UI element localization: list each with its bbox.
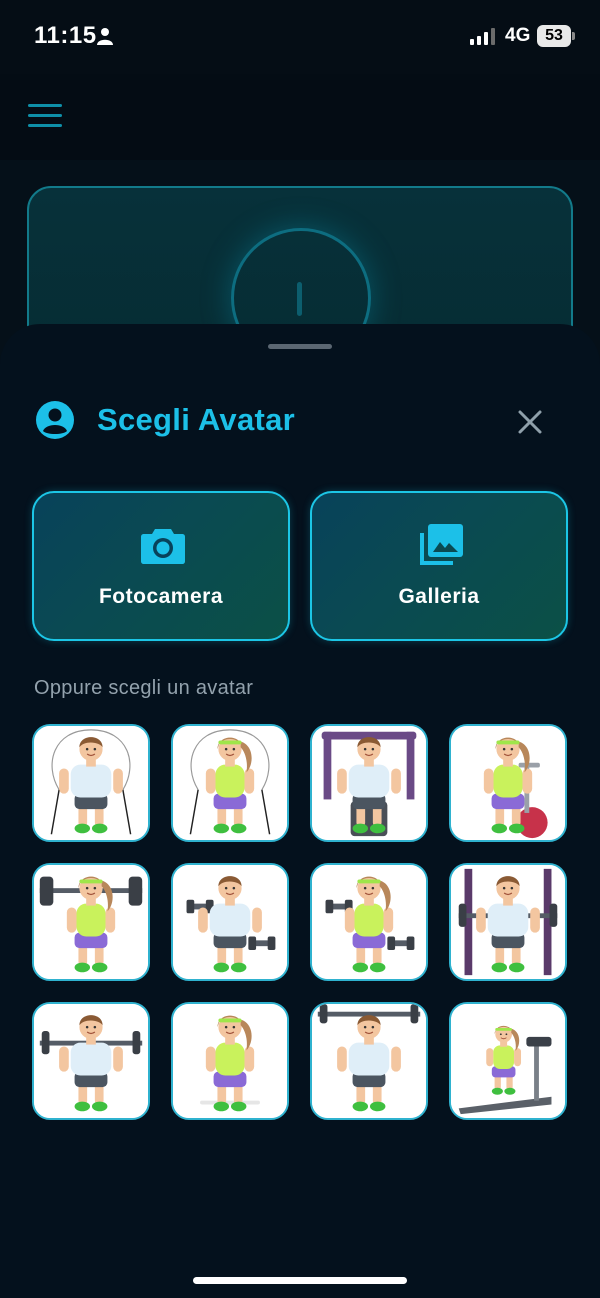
gallery-button[interactable]: Galleria <box>310 491 568 641</box>
avatar-subtitle: Oppure scegli un avatar <box>34 677 254 699</box>
status-time: 11:15 <box>34 22 97 49</box>
power-tick <box>297 282 302 316</box>
avatar-shoulder-press-machine-man[interactable] <box>310 724 428 842</box>
gallery-button-label: Galleria <box>398 585 480 608</box>
menu-icon[interactable] <box>28 104 62 128</box>
avatar-illustration <box>34 1004 148 1118</box>
person-icon <box>97 28 113 45</box>
battery-tip <box>572 32 575 40</box>
avatar-lunge-woman[interactable] <box>171 1002 289 1120</box>
avatar-dumbbell-man[interactable] <box>171 863 289 981</box>
avatar-illustration <box>173 1004 287 1118</box>
signal-icon <box>470 28 495 45</box>
close-icon[interactable] <box>510 402 550 442</box>
sheet-drag-handle[interactable] <box>268 344 332 349</box>
camera-icon <box>141 529 185 564</box>
avatar-bottom-sheet: Scegli Avatar Fotocamera Galleria Oppure… <box>0 324 600 1298</box>
avatar-illustration <box>173 726 287 840</box>
avatar-illustration <box>312 865 426 979</box>
avatar-treadmill-woman[interactable] <box>449 1002 567 1120</box>
app-header <box>0 74 600 160</box>
avatar-illustration <box>312 1004 426 1118</box>
avatar-illustration <box>34 865 148 979</box>
camera-button-label: Fotocamera <box>98 585 224 608</box>
battery-level: 53 <box>537 25 571 47</box>
network-label: 4G <box>505 25 531 46</box>
avatar-barbell-squat-woman[interactable] <box>32 863 150 981</box>
avatar-squat-rack-man[interactable] <box>449 863 567 981</box>
sheet-title: Scegli Avatar <box>97 402 296 437</box>
avatar-exercise-bike-woman[interactable] <box>449 724 567 842</box>
avatar-illustration <box>312 726 426 840</box>
camera-button[interactable]: Fotocamera <box>32 491 290 641</box>
avatar-illustration <box>451 726 565 840</box>
avatar-illustration <box>451 1004 565 1118</box>
avatar-jump-rope-woman[interactable] <box>171 724 289 842</box>
avatar-illustration <box>451 865 565 979</box>
avatar-illustration <box>34 726 148 840</box>
avatar-illustration <box>173 865 287 979</box>
account-circle-icon <box>36 401 74 439</box>
avatar-barbell-curl-man[interactable] <box>32 1002 150 1120</box>
avatar-dumbbell-woman[interactable] <box>310 863 428 981</box>
avatar-overhead-press-man[interactable] <box>310 1002 428 1120</box>
avatar-grid <box>32 724 568 1120</box>
battery-indicator: 53 <box>537 25 575 47</box>
avatar-jump-rope-man[interactable] <box>32 724 150 842</box>
status-bar: 11:15 4G 53 <box>0 0 600 74</box>
home-indicator[interactable] <box>193 1277 407 1284</box>
gallery-icon <box>420 524 463 565</box>
